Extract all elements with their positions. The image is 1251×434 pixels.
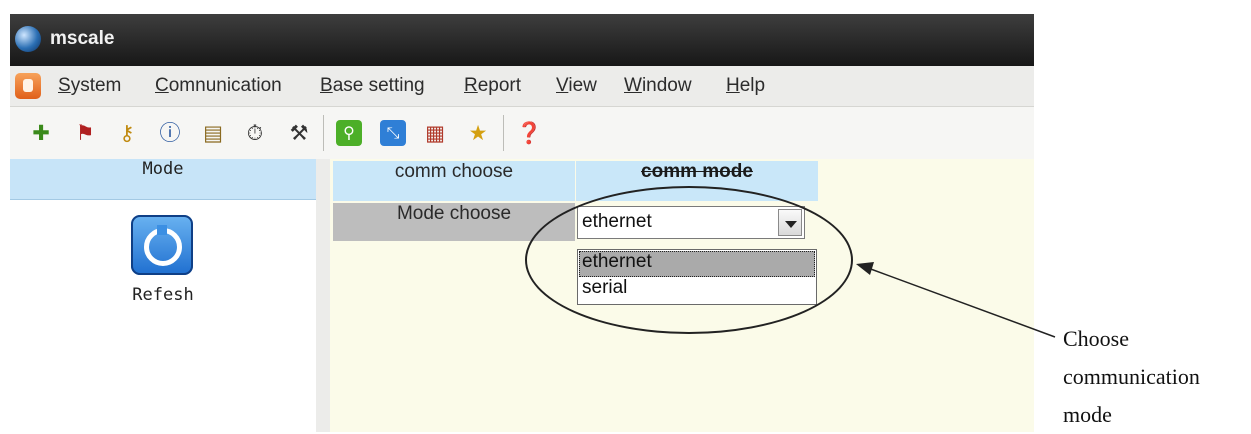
callout-line-3: mode (1063, 402, 1112, 427)
callout-line-1: Choose (1063, 326, 1129, 351)
callout-text: Choose communication mode (1063, 320, 1200, 434)
callout-line-2: communication (1063, 364, 1200, 389)
